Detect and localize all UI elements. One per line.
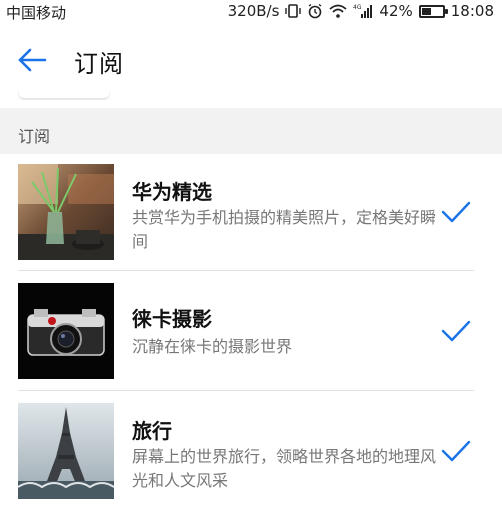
battery-icon bbox=[418, 2, 448, 20]
divider bbox=[18, 270, 474, 271]
svg-text:4G: 4G bbox=[353, 4, 362, 11]
status-bar: 中国移动 320B/s 4G 42% 18:08 bbox=[0, 0, 502, 24]
checkmark-icon[interactable] bbox=[440, 317, 472, 345]
carrier-label: 中国移动 bbox=[6, 4, 67, 22]
app-header: 订阅 bbox=[0, 24, 502, 94]
subscription-item-huawei[interactable]: 华为精选 共赏华为手机拍摄的精美照片，定格美好瞬间 bbox=[0, 154, 502, 274]
subscription-item-leica[interactable]: 徕卡摄影 沉静在徕卡的摄影世界 bbox=[0, 273, 502, 393]
section-header: 订阅 bbox=[0, 108, 502, 154]
checkmark-icon[interactable] bbox=[440, 198, 472, 226]
page-title: 订阅 bbox=[74, 50, 124, 78]
thumbnail-travel-image bbox=[18, 403, 114, 499]
divider bbox=[18, 390, 474, 391]
clock: 18:08 bbox=[450, 2, 494, 20]
previous-card-edge bbox=[18, 92, 110, 100]
alarm-icon bbox=[307, 2, 323, 20]
arrow-left-icon bbox=[18, 48, 47, 72]
status-icons: 320B/s 4G 42% 18:08 bbox=[228, 2, 494, 20]
item-description: 沉静在徕卡的摄影世界 bbox=[132, 337, 293, 356]
item-description: 屏幕上的世界旅行，领略世界各地的地理风光和人文风采 bbox=[132, 447, 437, 490]
item-description: 共赏华为手机拍摄的精美照片，定格美好瞬间 bbox=[132, 208, 437, 251]
battery-percent: 42% bbox=[379, 2, 413, 20]
vibrate-icon bbox=[285, 2, 302, 20]
back-button[interactable] bbox=[14, 42, 50, 78]
item-name: 旅行 bbox=[132, 419, 172, 443]
item-name: 华为精选 bbox=[132, 180, 212, 204]
wifi-icon bbox=[329, 2, 348, 20]
thumbnail-huawei-image bbox=[18, 164, 114, 260]
signal-icon: 4G bbox=[353, 2, 373, 20]
thumbnail-leica-image bbox=[18, 283, 114, 379]
section-label: 订阅 bbox=[18, 127, 51, 146]
item-name: 徕卡摄影 bbox=[132, 307, 212, 331]
subscription-item-travel[interactable]: 旅行 屏幕上的世界旅行，领略世界各地的地理风光和人文风采 bbox=[0, 393, 502, 508]
network-speed: 320B/s bbox=[227, 2, 280, 20]
checkmark-icon[interactable] bbox=[440, 437, 472, 465]
